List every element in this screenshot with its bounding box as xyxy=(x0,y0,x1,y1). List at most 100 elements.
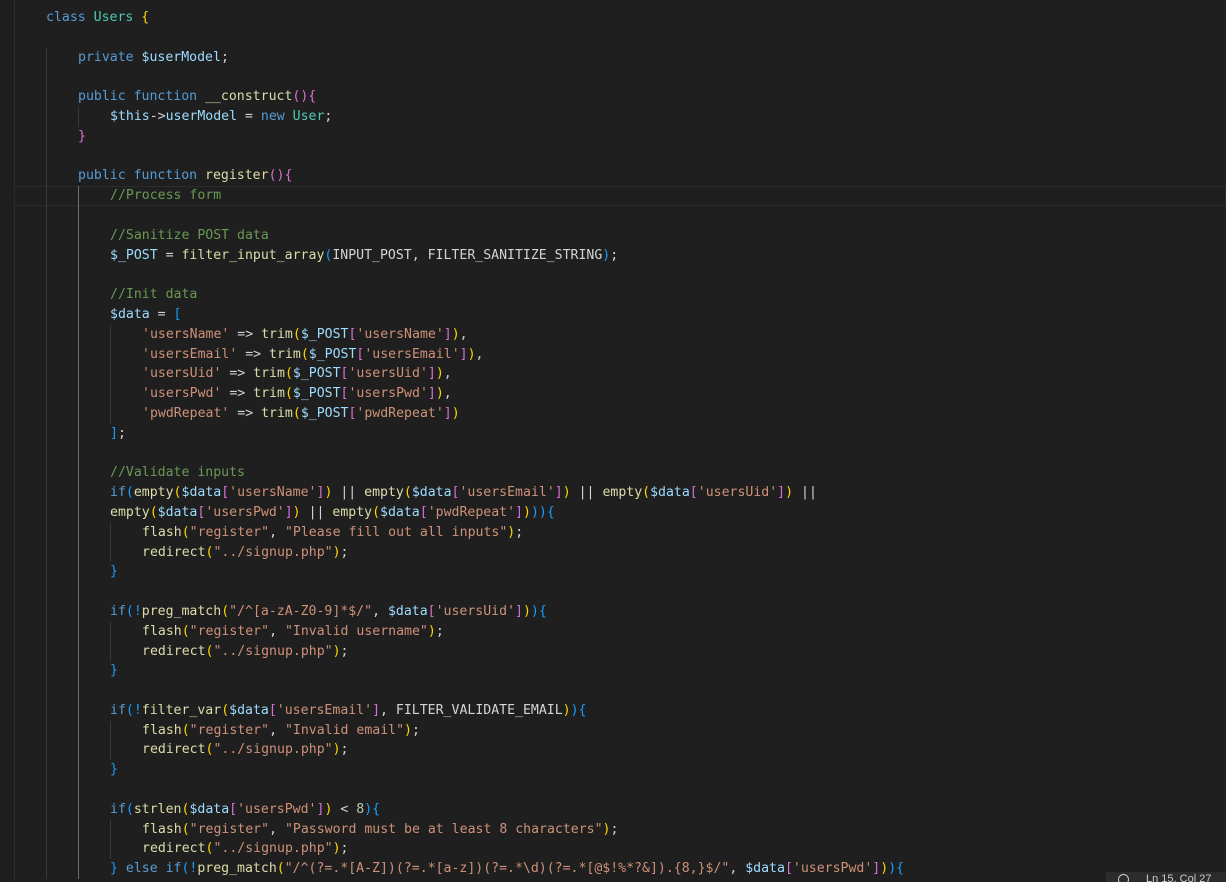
code-line[interactable]: redirect("../signup.php"); xyxy=(0,839,1226,860)
code-token: public xyxy=(78,89,134,105)
code-line[interactable] xyxy=(0,146,1226,167)
indent-guide xyxy=(78,324,79,345)
code-line-content: if(strlen($data['usersPwd']) < 8){ xyxy=(46,802,380,817)
code-line[interactable]: $_POST = filter_input_array(INPUT_POST, … xyxy=(0,245,1226,266)
indent-guide xyxy=(46,839,47,860)
code-line[interactable] xyxy=(0,582,1226,602)
code-line[interactable]: } xyxy=(0,562,1226,583)
code-line[interactable]: flash("register", "Invalid email"); xyxy=(0,720,1226,741)
code-token: ) xyxy=(785,485,794,501)
code-token: //Validate inputs xyxy=(110,465,245,481)
code-line[interactable]: } xyxy=(0,760,1226,781)
code-line[interactable]: public function __construct(){ xyxy=(0,87,1226,107)
code-token: } xyxy=(78,128,86,144)
code-line[interactable]: if(strlen($data['usersPwd']) < 8){ xyxy=(0,799,1226,820)
code-line[interactable]: //Validate inputs xyxy=(0,463,1226,484)
indent-guide xyxy=(78,285,79,305)
code-line[interactable] xyxy=(0,780,1226,800)
code-line[interactable]: } else if(!preg_match("/^(?=.*[A-Z])(?=.… xyxy=(0,859,1226,880)
code-line[interactable]: //Init data xyxy=(0,285,1226,305)
indent-guide xyxy=(46,245,47,266)
code-editor[interactable]: class Users { private $userModel; public f… xyxy=(0,0,1226,882)
code-token: ) xyxy=(292,504,301,520)
code-token: ) xyxy=(522,603,531,619)
indent-guide xyxy=(46,502,47,523)
code-line[interactable]: //Sanitize POST data xyxy=(0,225,1226,246)
code-token: 'pwdRepeat' xyxy=(356,405,444,421)
code-token: ] xyxy=(777,485,786,501)
code-line[interactable] xyxy=(0,265,1226,286)
code-token: "../signup.php" xyxy=(213,841,333,857)
code-line[interactable]: redirect("../signup.php"); xyxy=(0,641,1226,662)
code-line[interactable]: $this->userModel = new User; xyxy=(0,106,1226,127)
code-line[interactable]: } xyxy=(0,126,1226,147)
code-line[interactable]: if(empty($data['usersName']) || empty($d… xyxy=(0,483,1226,503)
code-line[interactable]: flash("register", "Password must be at l… xyxy=(0,819,1226,840)
indent-guide xyxy=(46,700,47,721)
code-line[interactable]: class Users { xyxy=(0,8,1226,28)
code-token: redirect xyxy=(142,742,206,758)
code-line[interactable]: $data = [ xyxy=(0,304,1226,325)
code-token: => xyxy=(221,386,254,402)
cursor-position[interactable]: Ln 15, Col 27 xyxy=(1146,872,1211,882)
code-line-content: redirect("../signup.php"); xyxy=(46,644,348,659)
code-token: "../signup.php" xyxy=(213,643,333,659)
code-line[interactable]: redirect("../signup.php"); xyxy=(0,740,1226,761)
code-line[interactable]: 'usersPwd' => trim($_POST['usersPwd']), xyxy=(0,384,1226,404)
indent-guide xyxy=(46,720,47,741)
code-token: ( xyxy=(181,722,190,738)
code-line[interactable]: flash("register", "Invalid username"); xyxy=(0,621,1226,642)
code-line[interactable] xyxy=(0,443,1226,464)
code-token: => xyxy=(229,405,262,421)
code-lines[interactable]: class Users { private $userModel; public f… xyxy=(0,8,1226,880)
indent-guide xyxy=(46,780,47,800)
code-token: $_POST xyxy=(292,366,341,382)
code-line[interactable]: 'usersEmail' => trim($_POST['usersEmail'… xyxy=(0,344,1226,365)
code-line[interactable] xyxy=(0,67,1226,88)
indent-guide xyxy=(46,582,47,602)
code-line-content: flash("register", "Password must be at l… xyxy=(46,822,618,837)
code-token: ( xyxy=(221,603,230,619)
indent-guide xyxy=(46,87,47,107)
code-token: $data xyxy=(157,504,198,520)
code-token: else if xyxy=(125,861,182,877)
code-line[interactable]: flash("register", "Please fill out all i… xyxy=(0,522,1226,543)
code-line[interactable]: if(!filter_var($data['usersEmail'], FILT… xyxy=(0,700,1226,721)
code-line[interactable]: //Process form xyxy=(14,186,1226,206)
code-line[interactable]: if(!preg_match("/^[a-zA-Z0-9]*$/", $data… xyxy=(0,601,1226,622)
code-token: ; xyxy=(610,247,619,263)
code-token: ) xyxy=(404,722,412,738)
code-token: (){ xyxy=(292,89,317,105)
code-token: [ xyxy=(229,801,238,817)
code-token: "register" xyxy=(189,821,270,837)
code-line[interactable]: ]; xyxy=(0,423,1226,444)
code-token: ( xyxy=(149,504,158,520)
code-line[interactable]: } xyxy=(0,661,1226,682)
code-token: private xyxy=(78,49,142,65)
indent-guide xyxy=(78,859,79,880)
code-line[interactable]: public function register(){ xyxy=(0,166,1226,187)
code-line-content: ]; xyxy=(46,426,126,441)
code-token: 'usersUid' xyxy=(142,366,222,382)
code-line[interactable]: redirect("../signup.php"); xyxy=(0,542,1226,563)
code-line[interactable]: empty($data['usersPwd']) || empty($data[… xyxy=(0,502,1226,523)
code-token: ) xyxy=(435,366,444,382)
code-line[interactable] xyxy=(0,205,1226,226)
code-token: function xyxy=(133,89,206,105)
code-line-content: class Users { xyxy=(46,10,149,25)
code-token: 'usersUid' xyxy=(697,485,778,501)
code-line-content: $_POST = filter_input_array(INPUT_POST, … xyxy=(46,248,618,263)
code-line[interactable] xyxy=(0,681,1226,701)
code-token: } xyxy=(110,762,118,778)
indent-guide xyxy=(110,641,111,662)
code-line[interactable]: 'usersName' => trim($_POST['usersName'])… xyxy=(0,324,1226,345)
code-line[interactable]: 'usersUid' => trim($_POST['usersUid']), xyxy=(0,364,1226,385)
code-line[interactable] xyxy=(0,28,1226,48)
notifications-bell-icon[interactable] xyxy=(1118,874,1129,882)
code-line-content: //Sanitize POST data xyxy=(46,228,269,243)
code-token: ) xyxy=(602,821,611,837)
code-token: 'usersPwd' xyxy=(792,861,873,877)
code-line[interactable]: 'pwdRepeat' => trim($_POST['pwdRepeat']) xyxy=(0,403,1226,424)
code-line[interactable]: private $userModel; xyxy=(0,47,1226,68)
code-token: ){ xyxy=(364,801,381,817)
